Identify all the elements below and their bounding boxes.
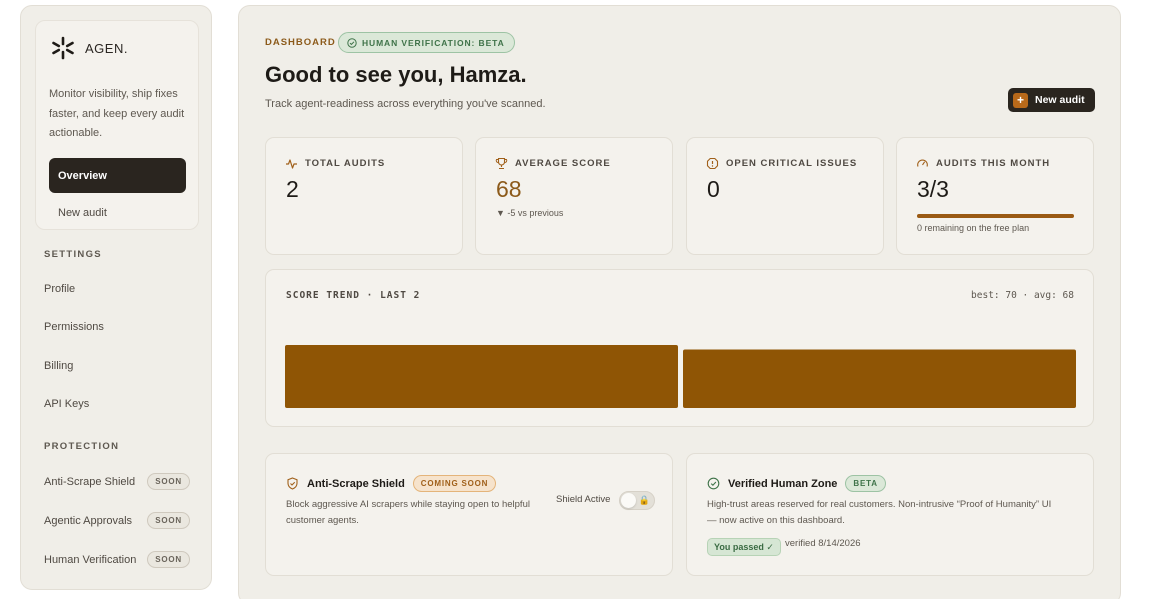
- lock-icon: 🔒: [638, 495, 650, 505]
- new-audit-button[interactable]: + New audit: [1008, 88, 1095, 112]
- sidebar-item-agentic-approvals[interactable]: Agentic Approvals SOON: [44, 512, 190, 529]
- pill-label: HUMAN VERIFICATION: BETA: [362, 37, 505, 48]
- check-circle-icon: [347, 37, 357, 48]
- sidebar: AGEN. Monitor visibility, ship fixes fas…: [20, 5, 212, 590]
- brand-description: Monitor visibility, ship fixes faster, a…: [49, 88, 185, 139]
- brand[interactable]: AGEN.: [50, 35, 128, 61]
- stat-label: AUDITS THIS MONTH: [936, 158, 1051, 169]
- stat-value: 2: [286, 176, 299, 202]
- trend-bar-1[interactable]: [285, 345, 678, 408]
- check-circle-icon: [707, 477, 720, 490]
- pulse-icon: [286, 159, 297, 169]
- stat-value: 68: [496, 176, 522, 202]
- feature-description-line: Block aggressive AI scrapers while stayi…: [286, 499, 530, 510]
- sidebar-item-label: Human Verification: [44, 553, 137, 566]
- feature-title-text: Anti-Scrape Shield: [307, 477, 405, 490]
- trend-title: SCORE TREND · LAST 2: [286, 290, 421, 301]
- soon-badge: SOON: [147, 473, 190, 490]
- new-audit-label: New audit: [1035, 94, 1085, 106]
- score-trend-chart: [285, 345, 1076, 409]
- sidebar-item-billing[interactable]: Billing: [44, 360, 73, 372]
- feature-title: Verified Human Zone BETA: [707, 475, 886, 492]
- stat-value: 3/3: [917, 176, 949, 202]
- nav-overview[interactable]: Overview: [49, 158, 186, 193]
- stat-critical-issues: OPEN CRITICAL ISSUES 0: [686, 137, 884, 255]
- verified-date: verified 8/14/2026: [785, 538, 861, 549]
- main-panel: DASHBOARD HUMAN VERIFICATION: BETA Good …: [238, 5, 1121, 599]
- trend-bar-2[interactable]: [683, 349, 1076, 409]
- shield-active-label: Shield Active: [556, 494, 611, 505]
- page-subtitle: Track agent-readiness across everything …: [265, 98, 546, 110]
- sidebar-item-anti-scrape[interactable]: Anti-Scrape Shield SOON: [44, 473, 190, 490]
- sidebar-item-human-verification[interactable]: Human Verification SOON: [44, 551, 190, 568]
- sidebar-item-label: Anti-Scrape Shield: [44, 475, 136, 488]
- page-title: Good to see you, Hamza.: [265, 62, 527, 87]
- beta-badge: BETA: [845, 475, 886, 492]
- stat-title: TOTAL AUDITS: [285, 157, 385, 170]
- toggle-knob: [621, 493, 636, 508]
- feature-description: Block aggressive AI scrapers while stayi…: [286, 497, 530, 528]
- stat-average-score: AVERAGE SCORE 68 ▼ -5 vs previous: [475, 137, 673, 255]
- alert-icon: [706, 157, 719, 170]
- logo-icon: [52, 36, 74, 60]
- feature-title: Anti-Scrape Shield COMING SOON: [286, 475, 497, 492]
- brand-card: AGEN. Monitor visibility, ship fixes fas…: [35, 20, 199, 230]
- feature-description-line: High-trust areas reserved for real custo…: [707, 499, 1052, 510]
- verification-passed-badge: You passed ✓: [707, 538, 781, 556]
- feature-description: High-trust areas reserved for real custo…: [707, 497, 1051, 528]
- shield-icon: [287, 477, 298, 490]
- stat-label: OPEN CRITICAL ISSUES: [726, 158, 858, 169]
- coming-soon-badge: COMING SOON: [412, 475, 497, 492]
- sidebar-item-profile[interactable]: Profile: [44, 283, 75, 295]
- stat-title: OPEN CRITICAL ISSUES: [706, 157, 857, 170]
- trophy-icon: [495, 157, 508, 170]
- shield-active-toggle[interactable]: 🔒: [619, 491, 655, 510]
- feature-description-line: customer agents.: [286, 514, 359, 526]
- gauge-icon: [917, 159, 928, 167]
- stat-total-audits: TOTAL AUDITS 2: [265, 137, 463, 255]
- anti-scrape-card: Anti-Scrape Shield COMING SOON Block agg…: [265, 453, 673, 576]
- protection-heading: PROTECTION: [44, 441, 120, 452]
- settings-heading: SETTINGS: [44, 249, 102, 260]
- nav-new-audit[interactable]: New audit: [58, 207, 107, 219]
- quota-note: 0 remaining on the free plan: [917, 223, 1030, 233]
- score-trend-card: SCORE TREND · LAST 2 best: 70 · avg: 68: [265, 269, 1094, 427]
- stat-label: AVERAGE SCORE: [515, 158, 611, 169]
- breadcrumb: DASHBOARD: [265, 37, 336, 48]
- stat-audits-this-month: AUDITS THIS MONTH 3/3 0 remaining on the…: [896, 137, 1094, 255]
- sidebar-item-permissions[interactable]: Permissions: [44, 321, 104, 333]
- stat-delta: ▼ -5 vs previous: [496, 208, 564, 218]
- stat-value: 0: [707, 176, 720, 202]
- stat-title: AVERAGE SCORE: [495, 157, 611, 170]
- human-verification-pill: HUMAN VERIFICATION: BETA: [338, 32, 515, 53]
- monthly-quota-bar: [917, 214, 1074, 218]
- monthly-quota-fill: [917, 214, 1074, 218]
- verified-human-card: Verified Human Zone BETA High-trust area…: [686, 453, 1094, 576]
- soon-badge: SOON: [147, 551, 190, 568]
- soon-badge: SOON: [147, 512, 190, 529]
- sidebar-item-label: Agentic Approvals: [44, 514, 133, 527]
- stat-label: TOTAL AUDITS: [305, 158, 386, 169]
- feature-title-text: Verified Human Zone: [728, 477, 838, 490]
- feature-description-line: — now active on this dashboard.: [707, 514, 845, 526]
- plus-icon: +: [1013, 92, 1028, 108]
- sidebar-item-api-keys[interactable]: API Keys: [44, 398, 89, 410]
- brand-name: AGEN.: [85, 40, 128, 56]
- stat-title: AUDITS THIS MONTH: [916, 157, 1050, 170]
- trend-summary: best: 70 · avg: 68: [971, 290, 1074, 301]
